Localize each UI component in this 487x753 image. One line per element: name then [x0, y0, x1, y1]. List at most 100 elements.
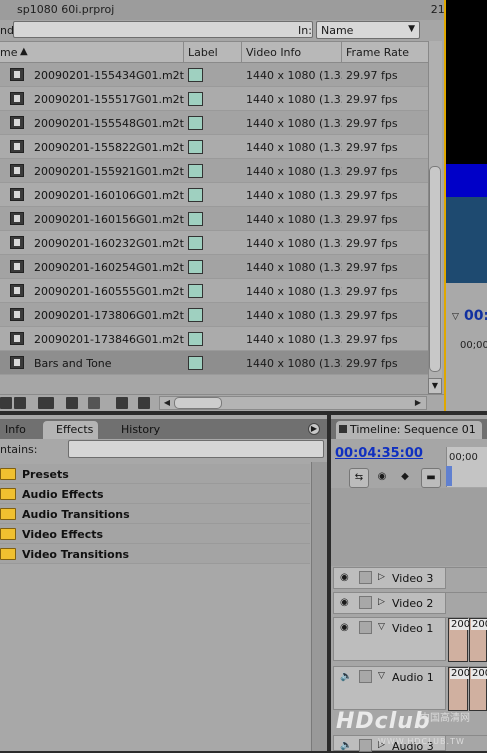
label-swatch[interactable]: [188, 92, 203, 106]
track-header[interactable]: ◉ ▷ Video 2: [333, 592, 446, 614]
track-header[interactable]: ◉ ▷ Video 3: [333, 567, 446, 589]
table-row[interactable]: 20090201-160106G01.m2t 1440 x 1080 (1.333…: [0, 183, 428, 207]
table-row[interactable]: 20090201-160254G01.m2t 1440 x 1080 (1.333…: [0, 255, 428, 279]
label-swatch[interactable]: [188, 332, 203, 346]
marker-icon[interactable]: ◉: [372, 468, 392, 488]
in-select[interactable]: Name ▼: [316, 21, 420, 39]
new-bin-icon[interactable]: [88, 397, 100, 409]
label-swatch[interactable]: [188, 188, 203, 202]
keyframe-icon[interactable]: ◆: [395, 468, 415, 488]
clip-name: Bars and Tone: [34, 357, 112, 370]
tab-history[interactable]: History: [116, 421, 165, 439]
clip-name: 20090201-173846G01.m2t: [34, 333, 184, 346]
tab-effects[interactable]: Effects: [43, 421, 99, 439]
playhead[interactable]: [446, 466, 452, 486]
effects-folder-item[interactable]: Video Transitions: [0, 544, 310, 564]
timeline-timecode[interactable]: 00:04:35:00: [335, 446, 423, 461]
frame-rate: 29.97 fps: [346, 69, 398, 82]
label-swatch[interactable]: [188, 140, 203, 154]
label-swatch[interactable]: [188, 164, 203, 178]
folder-icon: [0, 548, 16, 560]
table-row[interactable]: 20090201-173806G01.m2t 1440 x 1080 (1.333…: [0, 303, 428, 327]
tab-info[interactable]: Info: [0, 421, 31, 439]
automate-to-sequence-icon[interactable]: [38, 397, 54, 409]
table-row[interactable]: 20090201-155921G01.m2t 1440 x 1080 (1.333…: [0, 159, 428, 183]
find-input[interactable]: [13, 21, 313, 38]
frame-rate: 29.97 fps: [346, 237, 398, 250]
track-area[interactable]: 200200: [446, 617, 487, 662]
table-row[interactable]: 20090201-155548G01.m2t 1440 x 1080 (1.333…: [0, 111, 428, 135]
frame-rate: 29.97 fps: [346, 309, 398, 322]
panel-menu-icon[interactable]: ▶: [308, 423, 320, 435]
expand-open-icon[interactable]: ▽: [378, 622, 385, 632]
label-swatch[interactable]: [188, 236, 203, 250]
clip[interactable]: 200: [448, 618, 472, 662]
clip[interactable]: 200: [448, 667, 472, 711]
monitor-timecode[interactable]: 00:: [464, 308, 487, 324]
expand-closed-icon[interactable]: ▷: [378, 572, 385, 582]
track-name: Video 3: [392, 572, 434, 585]
column-frame-rate[interactable]: Frame Rate: [346, 46, 409, 59]
list-view-icon[interactable]: [0, 397, 12, 409]
speaker-icon[interactable]: 🔈: [340, 671, 354, 683]
work-area-icon[interactable]: ▬: [421, 468, 441, 488]
table-row[interactable]: 20090201-160555G01.m2t 1440 x 1080 (1.333…: [0, 279, 428, 303]
table-row[interactable]: Bars and Tone 1440 x 1080 (1.333) 29.97 fp…: [0, 351, 428, 375]
horizontal-scroll-thumb[interactable]: [174, 397, 222, 409]
new-item-icon[interactable]: [116, 397, 128, 409]
label-swatch[interactable]: [188, 68, 203, 82]
scroll-left-arrow-icon[interactable]: ◀: [160, 397, 174, 409]
effects-scrollbar[interactable]: [311, 462, 327, 751]
lock-icon[interactable]: [359, 739, 372, 752]
table-row[interactable]: 20090201-160156G01.m2t 1440 x 1080 (1.333…: [0, 207, 428, 231]
expand-closed-icon[interactable]: ▷: [378, 597, 385, 607]
table-row[interactable]: 20090201-173846G01.m2t 1440 x 1080 (1.333…: [0, 327, 428, 351]
track-header[interactable]: 🔈 ▽ Audio 1: [333, 666, 446, 710]
table-row[interactable]: 20090201-155434G01.m2t 1440 x 1080 (1.333…: [0, 63, 428, 87]
find-icon[interactable]: [66, 397, 78, 409]
label-swatch[interactable]: [188, 284, 203, 298]
frame-rate: 29.97 fps: [346, 333, 398, 346]
label-swatch[interactable]: [188, 212, 203, 226]
label-swatch[interactable]: [188, 308, 203, 322]
snap-icon[interactable]: ⇆: [349, 468, 369, 488]
label-swatch[interactable]: [188, 356, 203, 370]
lock-icon[interactable]: [359, 596, 372, 609]
icon-view-icon[interactable]: [14, 397, 26, 409]
scroll-down-arrow-icon[interactable]: ▼: [428, 378, 442, 394]
scroll-right-arrow-icon[interactable]: ▶: [411, 397, 425, 409]
track-area[interactable]: [446, 567, 487, 589]
lock-icon[interactable]: [359, 621, 372, 634]
eye-icon[interactable]: ◉: [340, 572, 354, 584]
eye-icon[interactable]: ◉: [340, 597, 354, 609]
frame-rate: 29.97 fps: [346, 93, 398, 106]
label-swatch[interactable]: [188, 260, 203, 274]
column-video-info[interactable]: Video Info: [246, 46, 301, 59]
table-row[interactable]: 20090201-160232G01.m2t 1440 x 1080 (1.333…: [0, 231, 428, 255]
column-name[interactable]: me: [0, 46, 17, 59]
sort-ascending-icon[interactable]: ▲: [20, 46, 28, 57]
vertical-scroll-thumb[interactable]: [429, 166, 441, 372]
clip[interactable]: 200: [469, 618, 487, 662]
tab-timeline[interactable]: Timeline: Sequence 01: [336, 421, 482, 439]
eye-icon[interactable]: ◉: [340, 622, 354, 634]
table-row[interactable]: 20090201-155517G01.m2t 1440 x 1080 (1.333…: [0, 87, 428, 111]
track-area[interactable]: 200200: [446, 666, 487, 711]
lock-icon[interactable]: [359, 571, 372, 584]
effects-folder-item[interactable]: Video Effects: [0, 524, 310, 544]
effects-folder-label: Video Transitions: [22, 548, 130, 561]
track-header[interactable]: ◉ ▽ Video 1: [333, 617, 446, 661]
column-label[interactable]: Label: [188, 46, 218, 59]
effects-folder-item[interactable]: Audio Transitions: [0, 504, 310, 524]
effects-folder-item[interactable]: Presets: [0, 464, 310, 484]
effects-folder-item[interactable]: Audio Effects: [0, 484, 310, 504]
track-area[interactable]: [446, 592, 487, 614]
lock-icon[interactable]: [359, 670, 372, 683]
expand-open-icon[interactable]: ▽: [378, 671, 385, 681]
clip[interactable]: 200: [469, 667, 487, 711]
table-row[interactable]: 20090201-155822G01.m2t 1440 x 1080 (1.333…: [0, 135, 428, 159]
trash-icon[interactable]: [138, 397, 150, 409]
label-swatch[interactable]: [188, 116, 203, 130]
contains-input[interactable]: [68, 440, 324, 458]
speaker-icon[interactable]: 🔈: [340, 740, 354, 752]
